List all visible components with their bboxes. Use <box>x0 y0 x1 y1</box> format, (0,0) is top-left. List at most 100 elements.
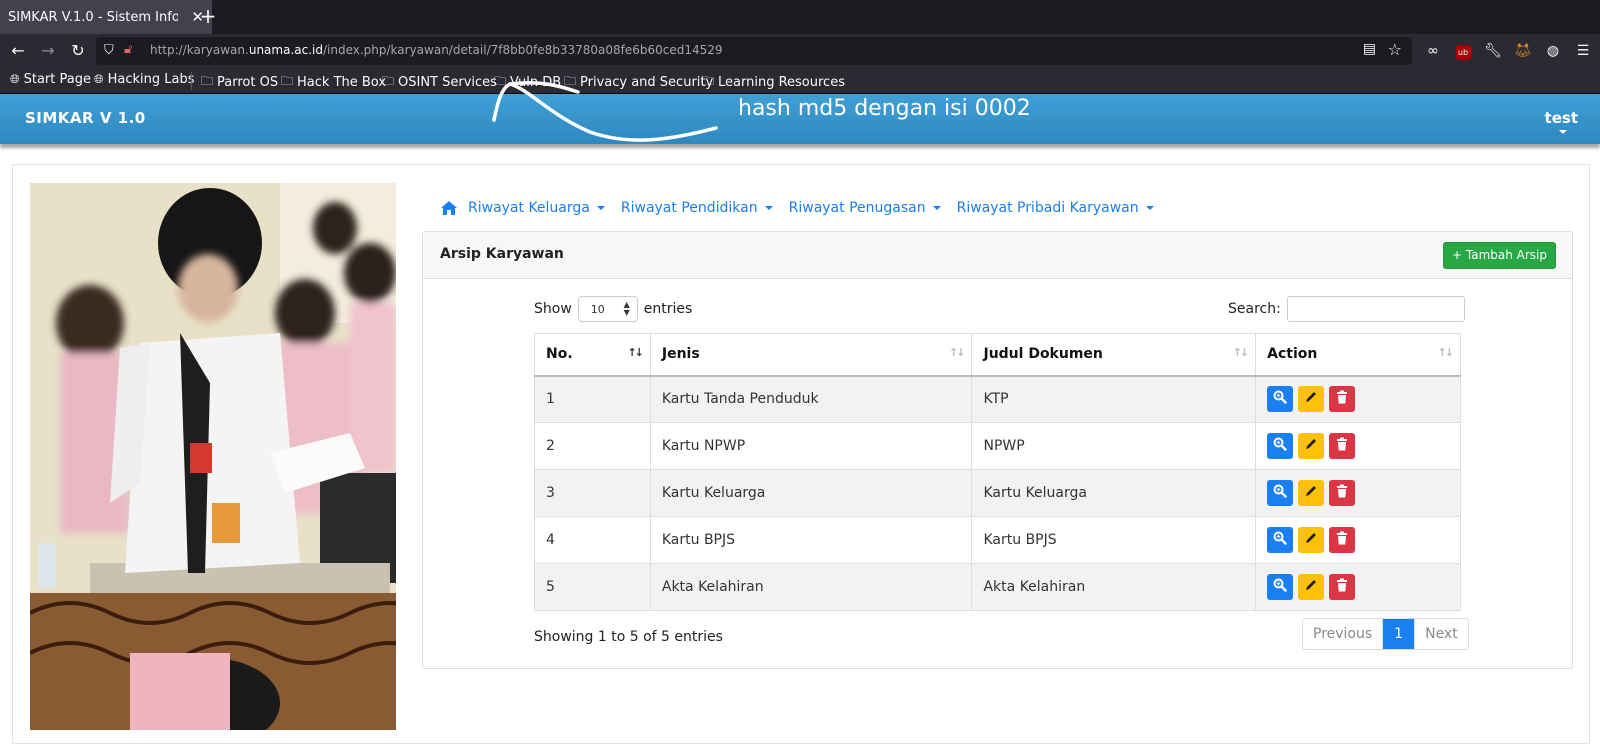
new-tab-icon[interactable]: + <box>196 4 220 28</box>
entries-select[interactable]: 10 ▲ ▼ <box>577 296 638 322</box>
view-detail-button[interactable] <box>1267 574 1294 600</box>
trash-icon <box>1336 578 1348 596</box>
delete-button[interactable] <box>1329 480 1356 506</box>
caret-down-icon <box>596 206 605 210</box>
user-menu[interactable]: test <box>1545 109 1578 127</box>
reader-view-icon[interactable]: ▤ <box>1363 41 1376 57</box>
select-arrows-icon: ▲ ▼ <box>623 300 630 317</box>
delete-button[interactable] <box>1329 574 1356 600</box>
cell-no: 1 <box>534 375 651 423</box>
forward-arrow-icon[interactable]: → <box>36 39 60 63</box>
cell-judul: KTP <box>971 375 1257 423</box>
folder-icon: 🗀 <box>281 74 294 88</box>
trash-icon <box>1336 390 1348 408</box>
edit-button[interactable] <box>1298 433 1325 459</box>
delete-button[interactable] <box>1329 527 1356 553</box>
cell-judul: Akta Kelahiran <box>971 563 1257 611</box>
menu-riwayat-pendidikan[interactable]: Riwayat Pendidikan <box>621 200 773 216</box>
bookmark-hack-the-box[interactable]: 🗀 Hack The Box <box>281 72 386 93</box>
cell-jenis: Akta Kelahiran <box>649 563 973 611</box>
folder-icon: 🗀 <box>201 74 214 88</box>
delete-button[interactable] <box>1329 386 1356 413</box>
cell-jenis: Kartu BPJS <box>649 516 973 564</box>
cell-action <box>1255 516 1461 564</box>
bookmark-hacking-labs[interactable]: 🌐︎ Hacking Labs <box>94 72 195 87</box>
app-brand[interactable]: SIMKAR V 1.0 <box>25 109 146 127</box>
column-header-judul[interactable]: Judul Dokumen ↑↓ <box>971 333 1257 377</box>
sort-icon: ↑↓ <box>1232 346 1250 359</box>
menu-riwayat-keluarga[interactable]: Riwayat Keluarga <box>468 200 605 216</box>
column-header-jenis[interactable]: Jenis ↑↓ <box>649 333 973 377</box>
column-header-no[interactable]: No. ↑↓ <box>534 333 651 377</box>
column-header-action[interactable]: Action ↑↓ <box>1255 333 1461 377</box>
cell-action <box>1255 375 1461 423</box>
pencil-icon <box>1304 437 1318 455</box>
url-bar[interactable]: ⛉ 🔓︎ http://karyawan.unama.ac.id/index.p… <box>96 37 1412 65</box>
tracking-shield-icon[interactable]: ⛉ <box>104 43 114 58</box>
menu-riwayat-pribadi[interactable]: Riwayat Pribadi Karyawan <box>957 200 1154 216</box>
search-input[interactable] <box>1286 296 1465 322</box>
wrench-icon[interactable]: 🔧︎ <box>1482 40 1504 62</box>
cell-jenis: Kartu Tanda Penduduk <box>649 375 973 423</box>
bookmark-star-icon[interactable]: ☆ <box>1388 40 1402 59</box>
entries-select-value: 10 <box>590 302 605 316</box>
zoom-in-icon <box>1273 390 1287 408</box>
handwritten-annotation: hash md5 dengan isi 0002 <box>738 96 1031 121</box>
pagination-previous[interactable]: Previous <box>1303 619 1382 649</box>
insecure-lock-icon[interactable]: 🔓︎ <box>124 42 132 57</box>
hamburger-menu-icon[interactable]: ☰ <box>1572 40 1594 62</box>
table-row: 1 Kartu Tanda Penduduk KTP <box>534 375 1461 423</box>
bookmarks-separator <box>191 72 192 90</box>
show-label: Show <box>534 301 572 317</box>
url-text[interactable]: http://karyawan.unama.ac.id/index.php/ka… <box>150 43 723 57</box>
view-detail-button[interactable] <box>1267 527 1294 553</box>
cell-judul: Kartu BPJS <box>971 516 1257 564</box>
zoom-in-icon <box>1273 437 1287 455</box>
globe-icon: 🌐︎ <box>10 72 20 86</box>
caret-down-icon <box>1145 206 1154 210</box>
cell-judul: Kartu Keluarga <box>971 469 1257 517</box>
profile-menu: Riwayat Keluarga Riwayat Pendidikan Riwa… <box>440 198 1170 218</box>
pagination: Previous 1 Next <box>1302 618 1469 650</box>
menu-riwayat-penugasan[interactable]: Riwayat Penugasan <box>789 200 941 216</box>
edit-button[interactable] <box>1298 574 1325 600</box>
zoom-in-icon <box>1273 484 1287 502</box>
bookmarks-toolbar: 🌐︎ Start Page 🌐︎ Hacking Labs 🗀 Parrot OS 🗀… <box>0 68 1600 94</box>
add-arsip-button[interactable]: + Tambah Arsip <box>1443 242 1556 269</box>
edit-button[interactable] <box>1298 527 1325 553</box>
view-detail-button[interactable] <box>1267 480 1294 506</box>
view-detail-button[interactable] <box>1267 386 1294 413</box>
cell-jenis: Kartu NPWP <box>649 422 973 470</box>
annotation-arrow <box>492 80 718 142</box>
pagination-next[interactable]: Next <box>1414 619 1468 649</box>
delete-button[interactable] <box>1329 433 1356 459</box>
sort-asc-icon: ↑↓ <box>627 346 644 359</box>
browser-tab-active[interactable]: SIMKAR V.1.0 - Sistem Inform ✕ <box>0 0 212 34</box>
table-row: 5 Akta Kelahiran Akta Kelahiran <box>534 563 1461 611</box>
search-label: Search: <box>1228 301 1281 317</box>
pagination-page-1[interactable]: 1 <box>1382 619 1415 649</box>
tab-title: SIMKAR V.1.0 - Sistem Inform <box>8 9 178 25</box>
globe-icon: 🌐︎ <box>94 72 104 86</box>
folder-icon: 🗀 <box>382 74 395 88</box>
caret-down-icon <box>764 206 773 210</box>
back-arrow-icon[interactable]: ← <box>6 39 30 63</box>
view-detail-button[interactable] <box>1267 433 1294 459</box>
browser-toolbar: ← → ↻ ⛉ 🔓︎ http://karyawan.unama.ac.id/i… <box>0 34 1600 68</box>
home-icon[interactable] <box>440 200 458 216</box>
foxyproxy-icon[interactable]: 🦊︎ <box>1512 40 1534 62</box>
arsip-table: No. ↑↓ Jenis ↑↓ Judul Dokumen ↑↓ Action ↑↓ 1… <box>534 333 1461 611</box>
pencil-icon <box>1304 578 1318 596</box>
reload-icon[interactable]: ↻ <box>66 39 90 63</box>
cell-no: 5 <box>534 563 651 611</box>
cell-jenis: Kartu Keluarga <box>649 469 973 517</box>
bookmark-start-page[interactable]: 🌐︎ Start Page <box>10 72 91 87</box>
edit-button[interactable] <box>1298 480 1325 506</box>
edit-button[interactable] <box>1298 386 1325 413</box>
ublock-icon[interactable]: ub <box>1452 40 1474 62</box>
table-row: 3 Kartu Keluarga Kartu Keluarga <box>534 469 1461 517</box>
private-mask-icon[interactable]: ∞ <box>1422 40 1444 62</box>
zoom-in-icon <box>1273 531 1287 549</box>
bookmark-parrot-os[interactable]: 🗀 Parrot OS <box>201 72 278 93</box>
globe-extension-icon[interactable]: ◍ <box>1542 40 1564 62</box>
